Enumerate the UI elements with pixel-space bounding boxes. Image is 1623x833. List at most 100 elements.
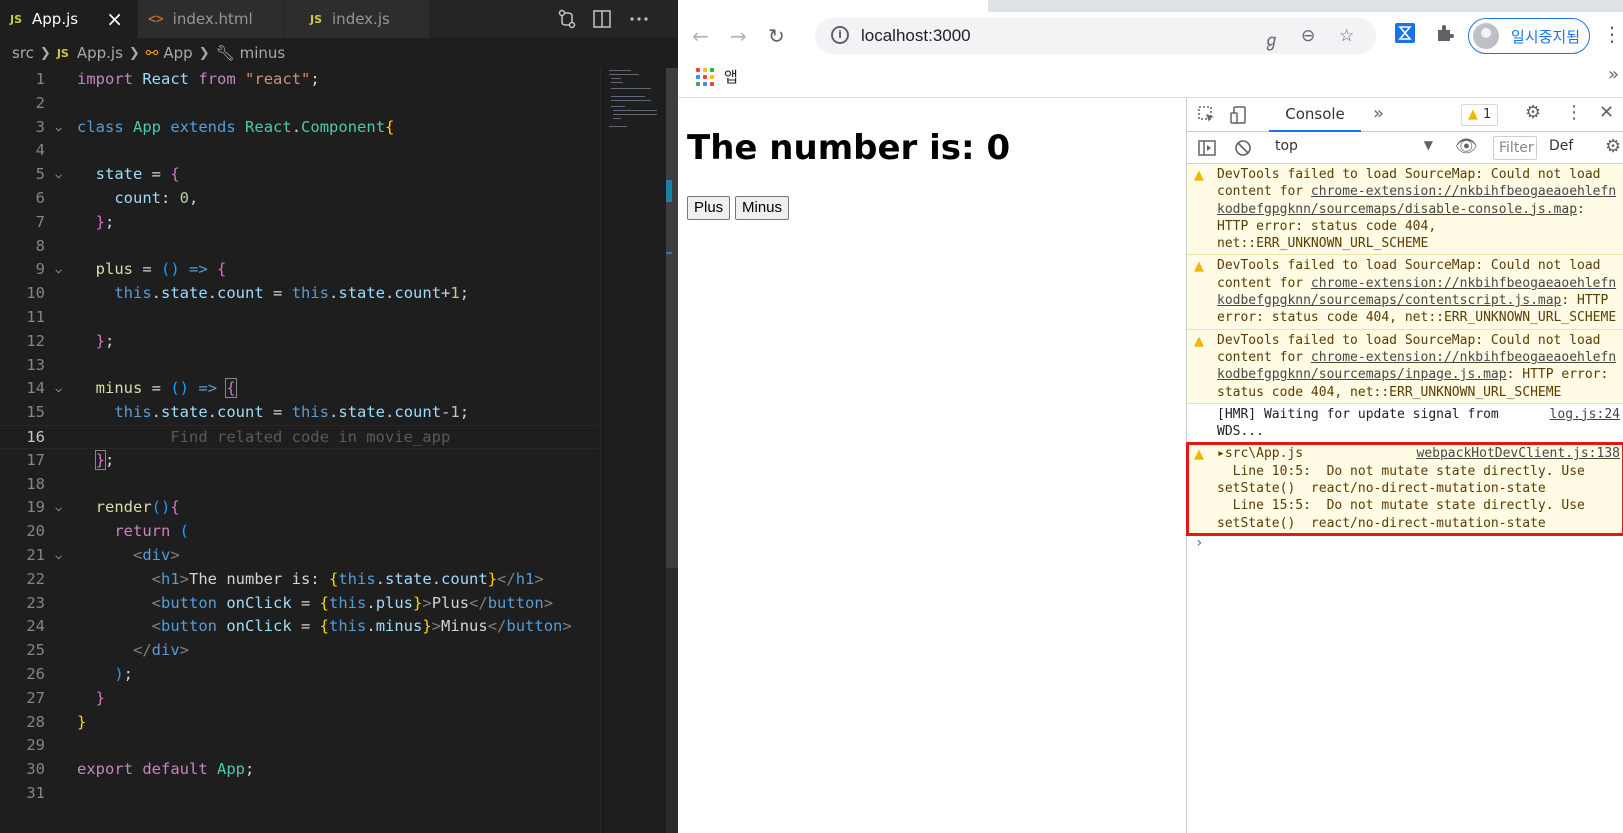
fold-chevron-icon: ⌵ [55,381,63,396]
code-line: 28} [26,712,87,731]
code-line: 14 ⌵ minus = () => { [0,377,598,401]
console-settings-gear-icon[interactable]: ⚙ [1605,136,1621,157]
url-text[interactable]: localhost:3000 [861,26,971,46]
sidebar-toggle-icon[interactable] [1197,138,1217,158]
code-line: 3 ⌵ class App extends React.Component{ [0,116,598,140]
split-editor-icon[interactable] [591,8,613,30]
back-arrow-icon[interactable]: ← [692,24,709,48]
breadcrumb: src ❯ JS App.js ❯ ⚯ App ❯ 🔧︎ minus [0,38,678,68]
scrollbar-thumb[interactable] [666,68,678,568]
expand-triangle-icon[interactable]: ▸ [1217,446,1225,461]
profile-button[interactable]: 일시중지됨 [1468,18,1590,54]
more-actions-icon[interactable] [628,8,650,30]
code-line-current: 16 Find related code in movie_app [0,424,598,449]
apps-bookmark-label[interactable]: 앱 [724,66,738,87]
code-line: 23 <button onClick = {this.plus}>Plus</b… [26,593,554,612]
prompt-chevron-icon: › [1195,534,1204,551]
extension-hourglass-icon[interactable] [1394,22,1416,44]
browser-toolbar: ← → ↻ i localhost:3000 ℊ ⊖ ☆ 일시중지됨 ⋮ [678,0,1623,66]
clear-console-icon[interactable] [1233,138,1253,158]
log-source-link[interactable]: log.js:24 [1550,406,1620,423]
code-line: 11 [26,307,45,326]
address-bar[interactable]: i localhost:3000 ℊ ⊖ ☆ [815,18,1376,54]
browser-menu-icon[interactable]: ⋮ [1602,22,1622,46]
device-toolbar-icon[interactable] [1229,105,1249,125]
settings-gear-icon[interactable]: ⚙ [1525,102,1541,123]
code-line: 22 <h1>The number is: {this.state.count}… [26,569,544,588]
code-line: 8 [35,236,45,255]
site-info-icon[interactable]: i [831,26,849,44]
tab-label: index.js [332,10,390,28]
inspect-element-icon[interactable] [1197,105,1217,125]
warnings-badge[interactable]: ▲ 1 [1461,104,1499,126]
compare-changes-icon[interactable] [556,8,578,30]
code-line: 9 ⌵ plus = () => { [0,258,598,282]
editor-scrollbar[interactable] [666,68,678,833]
extensions-puzzle-icon[interactable] [1434,22,1456,44]
fold-chevron-icon: ⌵ [55,119,63,134]
apps-grid-icon[interactable] [696,68,714,86]
chevron-right-icon: ❯ [198,45,210,61]
tab-app-js[interactable]: JS App.js × [0,0,138,38]
change-marker [666,252,672,254]
log-source-link[interactable]: webpackHotDevClient.js:138 [1417,445,1621,462]
devtools-panel: Console » ▲ 1 ⚙ ⋮ ✕ top ▼ 👁︎ Filter Def … [1186,98,1623,833]
zoom-out-icon[interactable]: ⊖ [1301,26,1315,46]
js-file-icon: JS [10,12,23,26]
console-warning: ▲ DevTools failed to load SourceMap: Cou… [1187,164,1623,256]
reload-icon[interactable]: ↻ [768,24,785,48]
devtools-menu-icon[interactable]: ⋮ [1565,102,1583,123]
forward-arrow-icon[interactable]: → [730,24,747,48]
warning-icon: ▲ [1194,447,1204,463]
translate-icon[interactable]: ℊ [1263,26,1280,51]
breadcrumb-class[interactable]: App [163,44,192,62]
more-tabs-icon[interactable]: » [1373,103,1384,124]
live-expression-eye-icon[interactable]: 👁︎ [1455,136,1478,157]
fold-chevron-icon: ⌵ [55,167,63,182]
bookmarks-bar: 앱 » [678,60,1623,98]
console-messages: ▲ DevTools failed to load SourceMap: Cou… [1186,164,1623,557]
chevron-double-right-icon[interactable]: » [1608,64,1619,85]
console-warning: ▲ DevTools failed to load SourceMap: Cou… [1187,255,1623,330]
breadcrumb-symbol[interactable]: minus [240,44,286,62]
breadcrumb-file[interactable]: App.js [77,44,123,62]
close-icon[interactable]: × [106,7,123,31]
log-levels-dropdown[interactable]: Def [1549,138,1573,154]
code-line: 13 [26,355,45,374]
plus-button[interactable]: Plus [687,196,731,220]
tab-index-js[interactable]: JS index.js [284,0,430,38]
close-icon[interactable]: ✕ [1599,102,1614,123]
code-line: 4 [35,141,45,160]
page-heading: The number is: 0 [687,128,1011,168]
browser-window: ← → ↻ i localhost:3000 ℊ ⊖ ☆ 일시중지됨 ⋮ 앱 »… [678,0,1623,833]
fold-chevron-icon: ⌵ [55,547,63,562]
eslint-file[interactable]: src\App.js [1225,446,1303,461]
code-line: 18 [26,474,45,493]
tab-label: index.html [172,10,253,28]
code-line: 31 [26,783,45,802]
code-line: 19 ⌵ render(){ [0,496,598,520]
html-file-icon: <> [148,11,164,27]
tab-console[interactable]: Console [1269,98,1361,132]
warning-icon: ▲ [1194,259,1204,275]
avatar [1473,23,1499,49]
web-page: The number is: 0 Plus Minus [678,98,1186,833]
code-line: 27 } [26,688,106,707]
console-prompt[interactable]: › [1187,535,1623,557]
breadcrumb-folder[interactable]: src [12,44,34,62]
fold-chevron-icon: ⌵ [55,500,63,515]
warning-icon: ▲ [1194,168,1204,183]
minimap[interactable] [600,68,666,833]
chevron-right-icon: ❯ [39,45,51,61]
code-line: 24 <button onClick = {this.minus}>Minus<… [26,617,572,636]
minus-button[interactable]: Minus [735,196,790,220]
console-warning: ▲ DevTools failed to load SourceMap: Cou… [1187,329,1623,404]
context-selector[interactable]: top ▼ [1275,138,1433,158]
js-file-icon: JS [56,46,69,60]
console-filter-input[interactable]: Filter [1493,136,1537,160]
code-line: 1 import React from "react"; [35,70,320,88]
code-area[interactable]: 1 import React from "react"; 2 3 ⌵ class Ap… [0,68,598,806]
tab-index-html[interactable]: <> index.html [138,0,284,38]
bookmark-star-icon[interactable]: ☆ [1339,26,1354,46]
code-line: 26 ); [26,664,134,683]
